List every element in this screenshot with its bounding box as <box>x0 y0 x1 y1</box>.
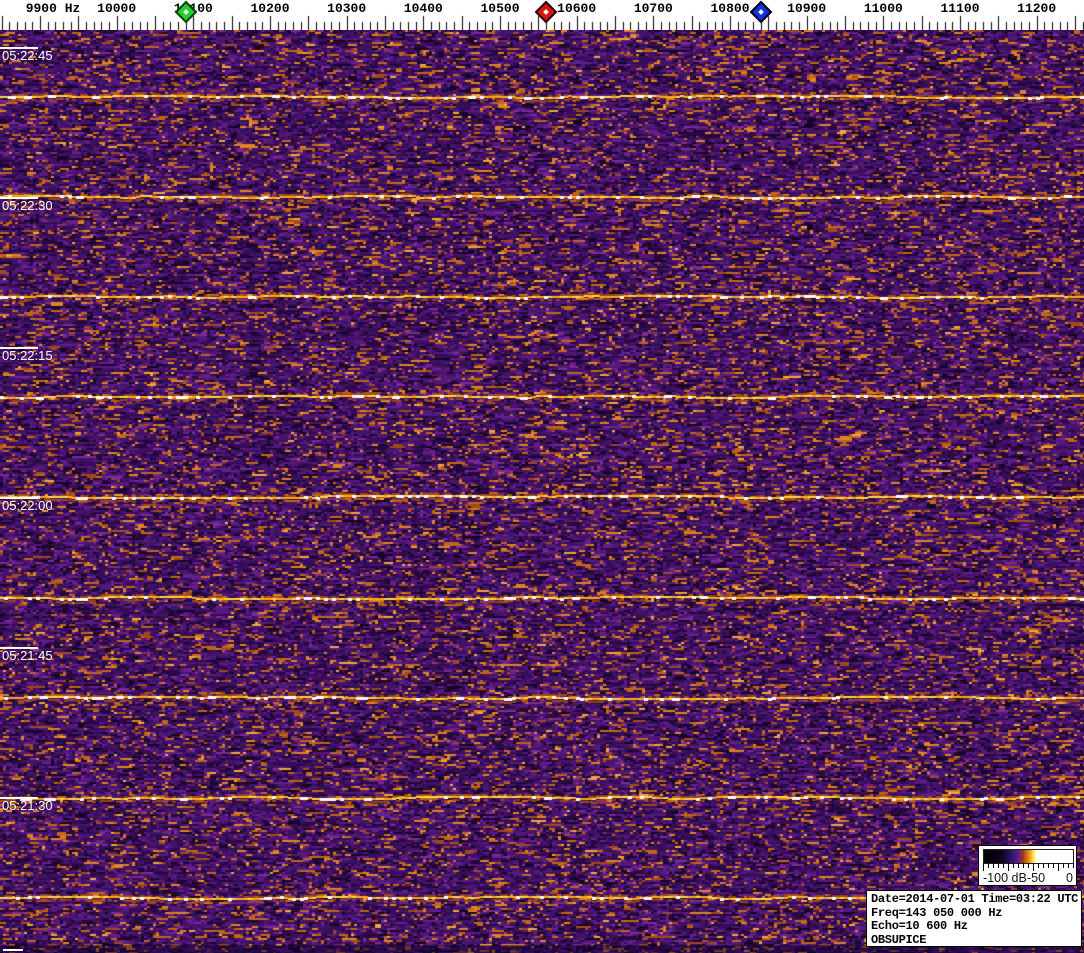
spectrogram-canvas <box>0 30 1084 953</box>
color-scale-gradient <box>983 849 1074 864</box>
color-scale-ticks <box>983 863 1074 871</box>
color-scale-panel: -100 dB -50 0 <box>978 845 1077 886</box>
waterfall-display: 05:22:45 05:22:30 05:22:15 05:22:00 05:21:45… <box>0 30 1084 953</box>
freq-axis-label: 10800 <box>710 1 749 16</box>
freq-axis-label: 10900 <box>787 1 826 16</box>
color-scale-tick <box>1043 863 1044 868</box>
time-label: 05:22:45 <box>2 49 53 63</box>
color-scale-tick <box>1073 863 1074 868</box>
freq-axis-label: 11100 <box>940 1 979 16</box>
freq-axis-label: 11200 <box>1017 1 1056 16</box>
color-scale-labels: -100 dB -50 0 <box>979 871 1076 885</box>
color-scale-tick <box>1048 863 1049 868</box>
color-scale-label-max: 0 <box>1066 871 1073 885</box>
spectrum-lab-display: 9900 Hz100001010010200103001040010500106… <box>0 0 1084 953</box>
freq-axis-label: 10600 <box>557 1 596 16</box>
color-scale-tick <box>1023 863 1024 868</box>
freq-axis-label: 10500 <box>480 1 519 16</box>
color-scale-tick <box>1003 863 1004 868</box>
color-scale-tick <box>1063 863 1064 868</box>
time-label: 05:21:30 <box>2 799 53 813</box>
color-scale-tick <box>1008 863 1009 871</box>
freq-axis-label: 10400 <box>404 1 443 16</box>
color-scale-tick <box>983 863 984 871</box>
time-label: 05:22:30 <box>2 199 53 213</box>
time-label: 05:21:45 <box>2 649 53 663</box>
info-station-name: OBSUPICE <box>871 934 1081 948</box>
color-scale-tick <box>1018 863 1019 868</box>
time-tick-partial <box>3 949 23 951</box>
freq-axis-label: 11000 <box>864 1 903 16</box>
freq-axis-label: 10000 <box>97 1 136 16</box>
color-scale-tick <box>1013 863 1014 868</box>
frequency-axis: 9900 Hz100001010010200103001040010500106… <box>0 0 1084 30</box>
color-scale-tick <box>993 863 994 868</box>
freq-axis-label: 10700 <box>634 1 673 16</box>
color-scale-label-min: -100 dB <box>983 871 1027 885</box>
color-scale-tick <box>998 863 999 868</box>
color-scale-tick <box>1058 863 1059 871</box>
freq-axis-label: 9900 Hz <box>26 1 81 16</box>
info-echo-frequency: Echo=10 600 Hz <box>871 920 1081 934</box>
color-scale-tick <box>1053 863 1054 868</box>
marker-center-dot <box>543 9 549 15</box>
marker-center-dot <box>758 9 764 15</box>
color-scale-tick <box>1028 863 1029 868</box>
status-info-box: Date=2014-07-01 Time=03:22 UTC Freq=143 … <box>866 890 1082 947</box>
time-label: 05:22:15 <box>2 349 53 363</box>
freq-axis-label: 10300 <box>327 1 366 16</box>
color-scale-label-mid: -50 <box>1027 871 1045 885</box>
marker-center-dot <box>183 9 189 15</box>
color-scale-tick <box>1033 863 1034 871</box>
color-scale-tick <box>1038 863 1039 868</box>
freq-axis-label: 10200 <box>250 1 289 16</box>
info-frequency: Freq=143 050 000 Hz <box>871 907 1081 921</box>
time-label: 05:22:00 <box>2 499 53 513</box>
color-scale-tick <box>1068 863 1069 868</box>
info-date-time: Date=2014-07-01 Time=03:22 UTC <box>871 893 1081 907</box>
color-scale-tick <box>988 863 989 868</box>
